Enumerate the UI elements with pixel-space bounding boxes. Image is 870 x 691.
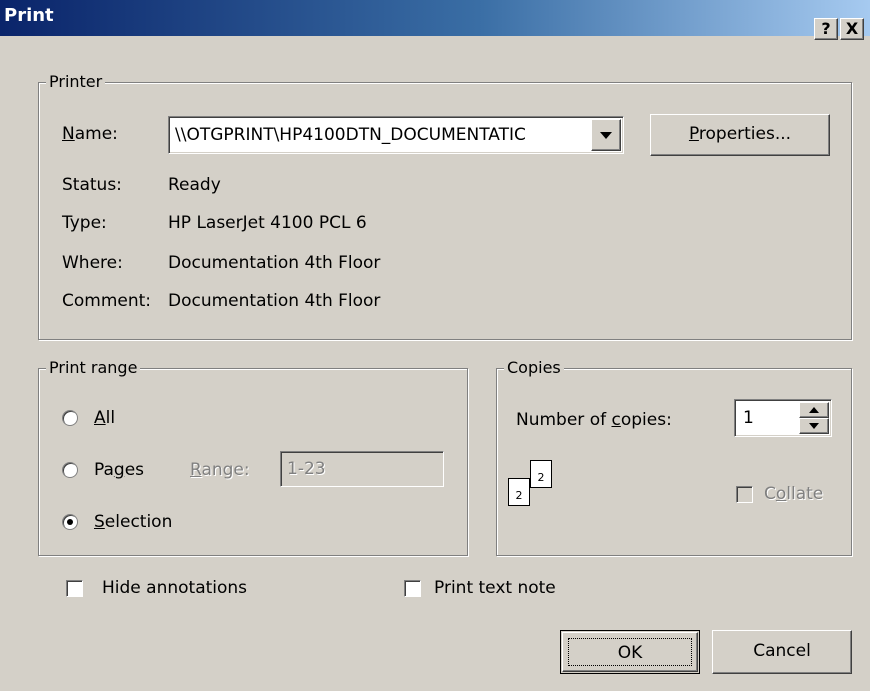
- radio-pages-button[interactable]: [62, 462, 78, 478]
- copies-increment-button[interactable]: [799, 402, 829, 418]
- printer-name-value: \\OTGPRINT\HP4100DTN_DOCUMENTATIC: [175, 125, 526, 145]
- hide-annotations-label: Hide annotations: [102, 578, 248, 598]
- type-value: HP LaserJet 4100 PCL 6: [168, 213, 367, 233]
- hide-annotations-checkbox[interactable]: Hide annotations: [66, 578, 286, 602]
- ok-button-bevel: OK: [562, 632, 698, 672]
- status-value: Ready: [168, 175, 221, 195]
- arrow-up-icon: [809, 407, 819, 413]
- copies-spinner[interactable]: 1: [734, 399, 832, 437]
- printer-dropdown-button[interactable]: [591, 119, 621, 151]
- help-icon: ?: [821, 19, 831, 38]
- printer-name-label: Name:: [62, 124, 118, 144]
- range-label: Range:: [190, 460, 250, 480]
- collate-icon: 2 2: [500, 460, 560, 516]
- hide-annotations-checkbox-box[interactable]: [66, 580, 83, 597]
- close-button[interactable]: X: [840, 18, 864, 40]
- radio-all[interactable]: All: [62, 408, 162, 430]
- printer-name-select[interactable]: \\OTGPRINT\HP4100DTN_DOCUMENTATIC: [168, 116, 624, 154]
- ok-button[interactable]: OK: [560, 630, 700, 674]
- number-of-copies-label: Number of copies:: [516, 410, 672, 430]
- radio-selection-button[interactable]: [62, 514, 78, 530]
- radio-all-button[interactable]: [62, 410, 78, 426]
- radio-selection-label: Selection: [94, 512, 173, 532]
- print-text-note-checkbox[interactable]: Print text note: [404, 578, 604, 602]
- range-value: 1-23: [287, 459, 326, 479]
- collate-label: Collate: [764, 484, 824, 504]
- close-icon: X: [845, 19, 859, 38]
- print-text-note-label: Print text note: [434, 578, 556, 598]
- cancel-button[interactable]: Cancel: [712, 630, 852, 674]
- title-bar: [0, 0, 870, 36]
- ok-button-label: OK: [568, 638, 692, 666]
- radio-selected-dot: [67, 519, 73, 525]
- properties-button[interactable]: Properties...: [650, 114, 830, 156]
- chevron-down-icon: [600, 132, 612, 139]
- print-text-note-checkbox-box[interactable]: [404, 580, 421, 597]
- copies-value: 1: [743, 408, 754, 428]
- collate-page-back: 2: [530, 460, 552, 488]
- status-label: Status:: [62, 175, 122, 195]
- comment-label: Comment:: [62, 291, 152, 311]
- print-range-label: Print range: [46, 358, 141, 377]
- help-button[interactable]: ?: [814, 18, 838, 40]
- copies-group-label: Copies: [504, 358, 564, 377]
- radio-pages[interactable]: Pages: [62, 460, 172, 482]
- range-input[interactable]: 1-23: [280, 451, 444, 487]
- collate-checkbox[interactable]: Collate: [736, 484, 846, 508]
- type-label: Type:: [62, 213, 107, 233]
- printer-group-label: Printer: [46, 72, 106, 91]
- where-label: Where:: [62, 253, 123, 273]
- comment-value: Documentation 4th Floor: [168, 291, 381, 311]
- radio-all-label: All: [94, 408, 116, 428]
- radio-pages-label: Pages: [94, 460, 145, 480]
- where-value: Documentation 4th Floor: [168, 253, 381, 273]
- collate-page-front: 2: [508, 478, 530, 506]
- copies-decrement-button[interactable]: [799, 418, 829, 434]
- collate-checkbox-box[interactable]: [736, 486, 753, 503]
- radio-selection[interactable]: Selection: [62, 512, 202, 534]
- window-title: Print: [4, 5, 54, 26]
- arrow-down-icon: [809, 423, 819, 429]
